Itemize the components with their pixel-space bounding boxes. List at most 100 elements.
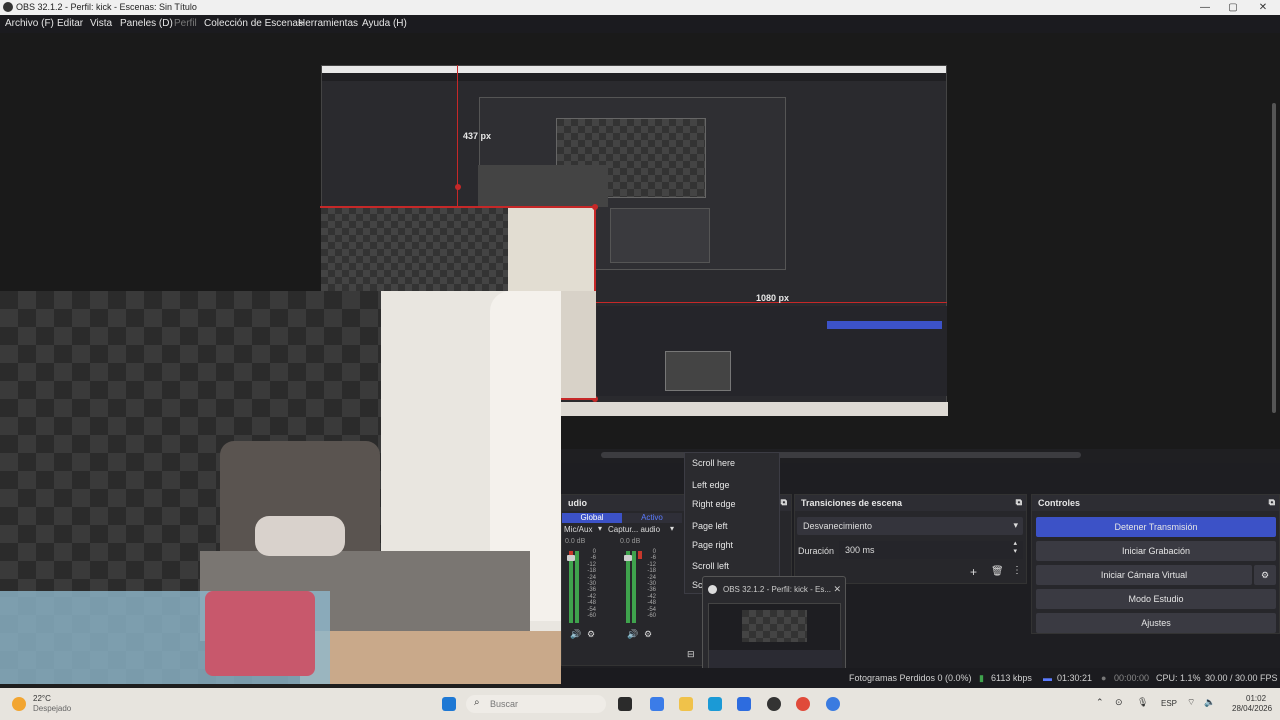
chevron-down-icon[interactable]: ▾ (598, 524, 602, 533)
microphone-icon[interactable]: 🎙 (1137, 697, 1148, 708)
hscroll-thumb[interactable] (601, 452, 1081, 458)
copilot-icon[interactable] (650, 697, 664, 711)
show-hidden-icons[interactable]: ⌃ (1096, 697, 1104, 708)
add-transition-icon[interactable]: + (970, 565, 977, 579)
chrome-icon[interactable] (796, 697, 810, 711)
language-indicator[interactable]: ESP (1161, 699, 1177, 708)
duration-label: Duración (798, 546, 835, 556)
menu-item-right-edge[interactable]: Right edge (692, 499, 736, 509)
menu-item-page-left[interactable]: Page left (692, 521, 728, 531)
menu-item-page-right[interactable]: Page right (692, 540, 733, 550)
menu-item-left-edge[interactable]: Left edge (692, 480, 730, 490)
audio-db-mic: 0.0 dB (565, 538, 586, 545)
thumbnail-image (708, 603, 842, 673)
scrollbar-context-menu: Scroll here Left edge Right edge Page le… (684, 452, 780, 594)
dock-float-icon[interactable]: ⧉ (1269, 497, 1275, 508)
menu-item-scroll-left[interactable]: Scroll left (692, 561, 729, 571)
menu-ayuda[interactable]: Ayuda (H) (362, 18, 407, 29)
obs-app-icon (708, 585, 717, 594)
webcam-right-strip (561, 291, 596, 398)
start-virtual-camera-button[interactable]: Iniciar Cámara Virtual (1036, 565, 1252, 585)
stepper-arrows-icon[interactable]: ▴ ▾ (1013, 540, 1017, 556)
speaker-icon[interactable]: 🔊 (627, 629, 638, 640)
bitrate: 6113 kbps (991, 673, 1032, 683)
weather-icon[interactable] (12, 697, 26, 711)
clock-date[interactable]: 28/04/2026 (1232, 704, 1272, 713)
wifi-icon[interactable]: ⌔ (1187, 697, 1195, 708)
clock-time[interactable]: 01:02 (1246, 694, 1266, 703)
menu-item-scroll-right[interactable]: Sc (692, 580, 703, 590)
menu-editar[interactable]: Editar (57, 18, 83, 29)
volume-slider-desktop[interactable] (624, 555, 632, 561)
studio-mode-button[interactable]: Modo Estudio (1036, 589, 1276, 609)
menu-vista[interactable]: Vista (90, 18, 112, 29)
desk-surface (300, 631, 561, 684)
webcam-wall-strip (508, 207, 596, 291)
volume-icon[interactable]: 🔈 (1204, 697, 1215, 708)
obs-taskbar-icon[interactable] (767, 697, 781, 711)
menu-paneles[interactable]: Paneles (D) (120, 18, 173, 29)
cpu-usage: CPU: 1.1% (1156, 673, 1201, 683)
start-recording-button[interactable]: Iniciar Grabación (1036, 541, 1276, 561)
stop-stream-button[interactable]: Detener Transmisión (1036, 517, 1276, 537)
resize-handle[interactable] (592, 204, 598, 210)
network-tray-icon[interactable]: ⊙ (1115, 697, 1123, 708)
store-icon[interactable] (737, 697, 751, 711)
dropped-frames: Fotogramas Perdidos 0 (0.0%) (849, 673, 972, 683)
volume-slider-mic[interactable] (567, 555, 575, 561)
close-icon[interactable]: ✕ (833, 584, 841, 595)
stream-time: 01:30:21 (1057, 673, 1093, 683)
window-title: OBS 32.1.2 - Perfil: kick - Escenas: Sin… (16, 2, 197, 12)
menu-archivo[interactable]: Archivo (F) (5, 18, 54, 29)
taskbar-thumbnail-preview[interactable]: OBS 32.1.2 - Perfil: kick - Es... ✕ (702, 576, 846, 678)
speaker-icon[interactable]: 🔊 (570, 629, 581, 640)
nested-thumbnail (665, 351, 731, 391)
audio-channel-mic: Mic/Aux (564, 525, 593, 534)
nested-inner-panels (610, 208, 710, 263)
meter-scale-desktop: 0 -6 -12 -18 -24 -30 -36 -42 -48 -54 -60 (647, 549, 656, 620)
audio-tab-global[interactable]: Global (562, 513, 622, 523)
dock-float-icon[interactable]: ⧉ (1016, 497, 1022, 508)
preview-horizontal-scrollbar[interactable] (561, 449, 1280, 463)
duration-field[interactable]: 300 ms ▴ ▾ (839, 540, 1023, 559)
resize-handle-top[interactable] (455, 184, 461, 190)
taskbar-search[interactable]: ⌕ Buscar (466, 695, 606, 713)
more-options-icon[interactable]: ⋮ (1012, 565, 1022, 576)
transition-selected: Desvanecimiento (803, 521, 873, 531)
weather-desc: Despejado (33, 704, 72, 713)
menu-coleccion-escenas[interactable]: Colección de Escenas (204, 18, 303, 29)
file-explorer-icon[interactable] (679, 697, 693, 711)
overlap-region (478, 165, 608, 207)
measure-label-vertical: 437 px (463, 131, 492, 141)
maximize-button[interactable]: ▢ (1218, 0, 1248, 15)
settings-button[interactable]: Ajustes (1036, 613, 1276, 633)
menu-herramientas[interactable]: Herramientas (298, 18, 358, 29)
mixer-layout-icon[interactable]: ⊟ (687, 649, 695, 660)
audio-tab-activo[interactable]: Activo (622, 513, 682, 523)
terminal-icon[interactable] (618, 697, 632, 711)
nested-menu-bar (322, 73, 946, 81)
obs-app-icon (3, 2, 13, 12)
chevron-down-icon[interactable]: ▾ (670, 524, 674, 533)
search-placeholder: Buscar (490, 699, 519, 709)
dock-float-icon[interactable]: ⧉ (781, 497, 787, 508)
menu-item-scroll-here[interactable]: Scroll here (692, 458, 735, 468)
trash-icon[interactable]: 🗑 (991, 566, 1004, 577)
edge-icon[interactable] (708, 697, 722, 711)
gear-icon[interactable]: ⚙ (644, 629, 652, 640)
start-icon[interactable] (442, 697, 456, 711)
menu-perfil[interactable]: Perfil (174, 18, 197, 29)
scrollbar-thumb[interactable] (1272, 103, 1276, 413)
preview-vertical-scrollbar[interactable] (1268, 33, 1280, 449)
meter-scale-mic: 0 -6 -12 -18 -24 -30 -36 -42 -48 -54 -60 (587, 549, 596, 620)
gear-icon[interactable]: ⚙ (587, 629, 595, 640)
transitions-header: Transiciones de escena ⧉ (795, 495, 1026, 511)
thumbnail-preview-image (742, 610, 807, 642)
virtual-camera-settings-icon[interactable]: ⚙ (1254, 565, 1276, 585)
webcam-source[interactable] (0, 291, 561, 684)
app-icon[interactable] (826, 697, 840, 711)
chevron-down-icon: ▾ (1013, 520, 1018, 530)
transition-select[interactable]: Desvanecimiento ▾ (797, 517, 1023, 535)
minimize-button[interactable]: — (1190, 0, 1220, 15)
close-button[interactable]: ✕ (1248, 0, 1278, 15)
